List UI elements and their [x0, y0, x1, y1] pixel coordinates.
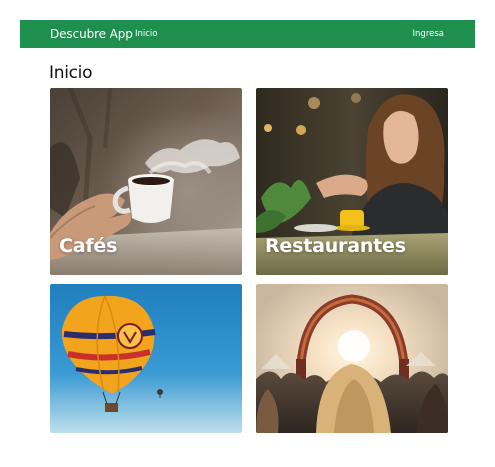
category-card-cafes[interactable]: Cafés — [50, 88, 242, 275]
category-card-festival[interactable] — [256, 284, 448, 433]
festival-photo — [256, 284, 448, 433]
page-title: Inicio — [49, 63, 93, 83]
brand-link[interactable]: Descubre App — [50, 27, 133, 41]
nav-link-ingresa[interactable]: Ingresa — [413, 29, 444, 39]
category-card-restaurantes[interactable]: Restaurantes — [256, 88, 448, 275]
card-label-cafes: Cafés — [59, 235, 118, 257]
balloon-photo — [50, 284, 242, 433]
category-card-balloon[interactable] — [50, 284, 242, 433]
nav-link-inicio[interactable]: Inicio — [135, 29, 158, 39]
top-navbar: Descubre App Inicio Ingresa — [20, 20, 475, 48]
card-label-restaurantes: Restaurantes — [265, 235, 406, 257]
